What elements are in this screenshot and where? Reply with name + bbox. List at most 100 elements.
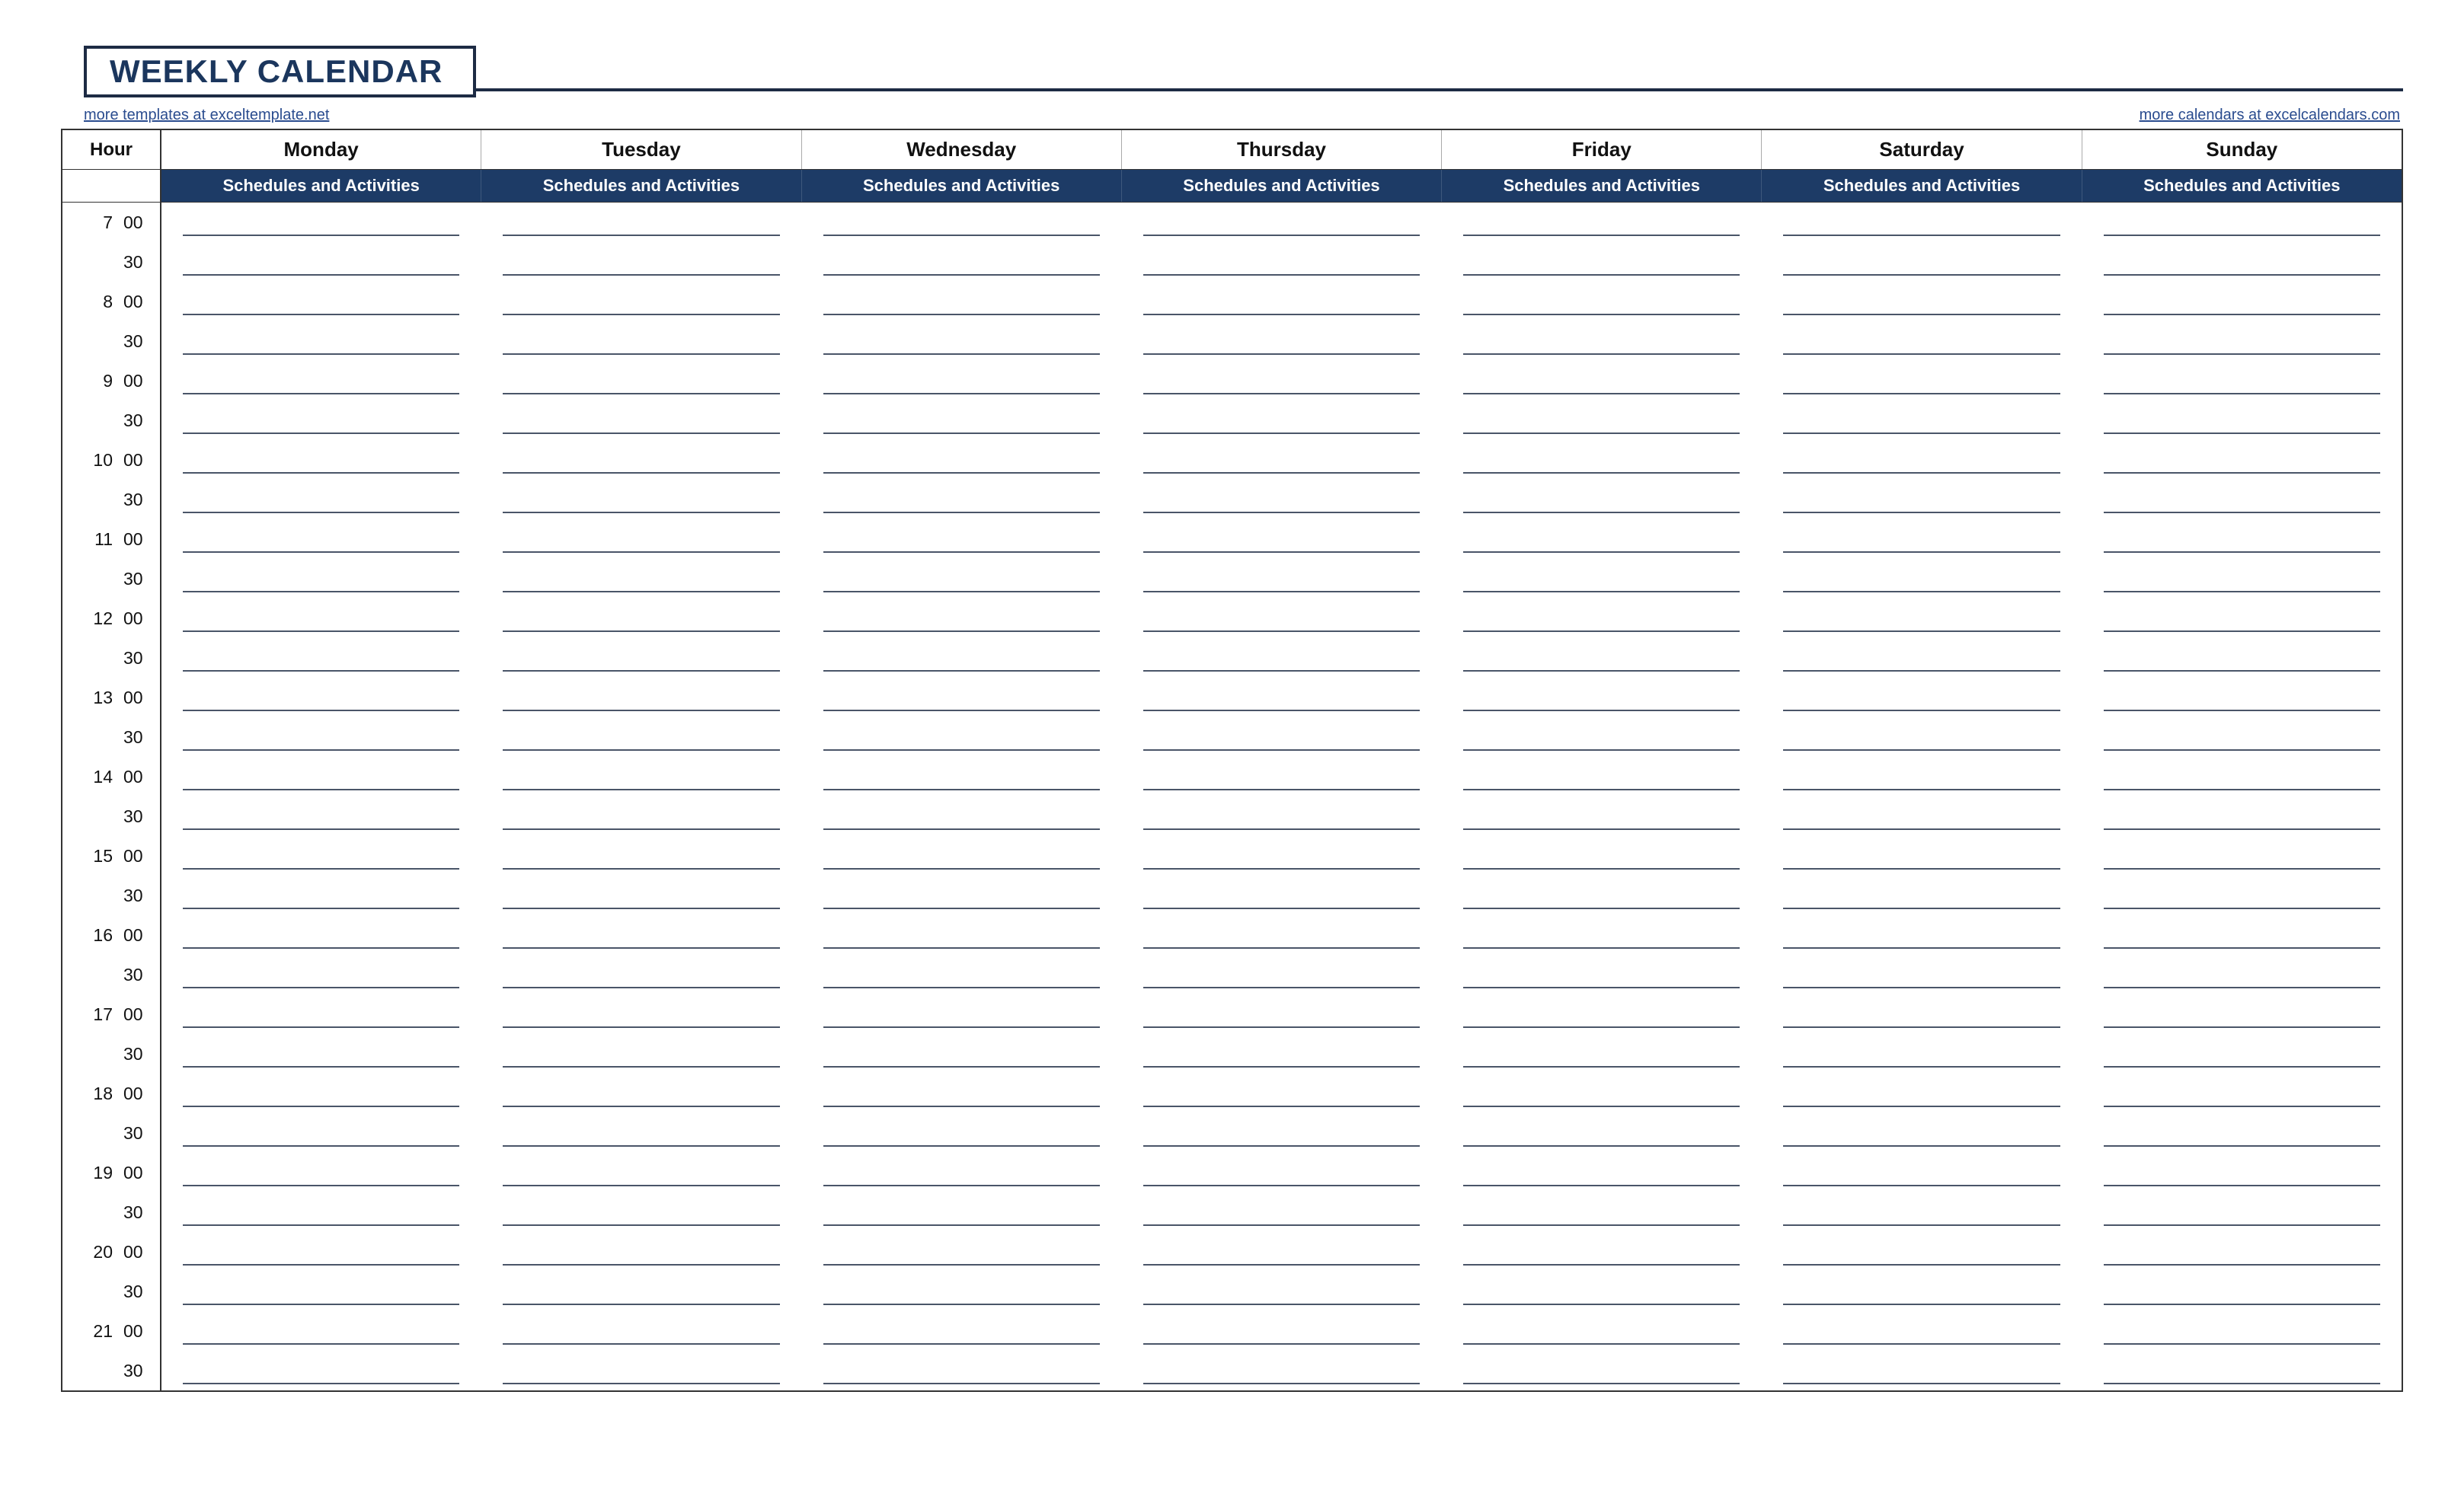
schedule-cell[interactable] xyxy=(1122,1034,1442,1074)
schedule-cell[interactable] xyxy=(1762,242,2082,282)
schedule-cell[interactable] xyxy=(1442,1351,1762,1390)
schedule-cell[interactable] xyxy=(1762,757,2082,796)
schedule-cell[interactable] xyxy=(2082,994,2402,1034)
schedule-cell[interactable] xyxy=(1762,678,2082,717)
schedule-cell[interactable] xyxy=(1442,1113,1762,1153)
schedule-cell[interactable] xyxy=(1442,1232,1762,1272)
schedule-cell[interactable] xyxy=(2082,638,2402,678)
schedule-cell[interactable] xyxy=(1442,203,1762,242)
schedule-cell[interactable] xyxy=(2082,440,2402,480)
schedule-cell[interactable] xyxy=(1442,1192,1762,1232)
schedule-cell[interactable] xyxy=(1122,994,1442,1034)
schedule-cell[interactable] xyxy=(802,1034,1122,1074)
schedule-cell[interactable] xyxy=(2082,955,2402,994)
schedule-cell[interactable] xyxy=(802,242,1122,282)
schedule-cell[interactable] xyxy=(1762,598,2082,638)
schedule-cell[interactable] xyxy=(2082,1113,2402,1153)
link-more-calendars[interactable]: more calendars at excelcalendars.com xyxy=(2140,107,2400,124)
schedule-cell[interactable] xyxy=(161,796,481,836)
schedule-cell[interactable] xyxy=(802,1311,1122,1351)
schedule-cell[interactable] xyxy=(481,955,801,994)
schedule-cell[interactable] xyxy=(161,1034,481,1074)
schedule-cell[interactable] xyxy=(481,321,801,361)
schedule-cell[interactable] xyxy=(161,876,481,915)
schedule-cell[interactable] xyxy=(1762,480,2082,519)
schedule-cell[interactable] xyxy=(161,282,481,321)
schedule-cell[interactable] xyxy=(1122,1351,1442,1390)
schedule-cell[interactable] xyxy=(1122,282,1442,321)
schedule-cell[interactable] xyxy=(1122,796,1442,836)
schedule-cell[interactable] xyxy=(2082,796,2402,836)
schedule-cell[interactable] xyxy=(1442,401,1762,440)
schedule-cell[interactable] xyxy=(161,1192,481,1232)
schedule-cell[interactable] xyxy=(1762,401,2082,440)
schedule-cell[interactable] xyxy=(1762,1272,2082,1311)
schedule-cell[interactable] xyxy=(1122,1192,1442,1232)
schedule-cell[interactable] xyxy=(1442,1272,1762,1311)
schedule-cell[interactable] xyxy=(1122,955,1442,994)
schedule-cell[interactable] xyxy=(2082,559,2402,598)
schedule-cell[interactable] xyxy=(1442,955,1762,994)
schedule-cell[interactable] xyxy=(161,321,481,361)
schedule-cell[interactable] xyxy=(161,1351,481,1390)
schedule-cell[interactable] xyxy=(1762,1311,2082,1351)
schedule-cell[interactable] xyxy=(1122,717,1442,757)
schedule-cell[interactable] xyxy=(1122,638,1442,678)
schedule-cell[interactable] xyxy=(802,1153,1122,1192)
schedule-cell[interactable] xyxy=(161,559,481,598)
schedule-cell[interactable] xyxy=(2082,1074,2402,1113)
schedule-cell[interactable] xyxy=(1762,994,2082,1034)
schedule-cell[interactable] xyxy=(1122,1272,1442,1311)
schedule-cell[interactable] xyxy=(802,519,1122,559)
schedule-cell[interactable] xyxy=(1442,796,1762,836)
schedule-cell[interactable] xyxy=(802,796,1122,836)
schedule-cell[interactable] xyxy=(802,1113,1122,1153)
schedule-cell[interactable] xyxy=(1762,638,2082,678)
schedule-cell[interactable] xyxy=(1762,1153,2082,1192)
schedule-cell[interactable] xyxy=(802,1272,1122,1311)
schedule-cell[interactable] xyxy=(1122,1232,1442,1272)
schedule-cell[interactable] xyxy=(1122,203,1442,242)
schedule-cell[interactable] xyxy=(481,836,801,876)
schedule-cell[interactable] xyxy=(1762,876,2082,915)
schedule-cell[interactable] xyxy=(2082,1311,2402,1351)
schedule-cell[interactable] xyxy=(2082,836,2402,876)
schedule-cell[interactable] xyxy=(2082,1351,2402,1390)
schedule-cell[interactable] xyxy=(1762,1113,2082,1153)
schedule-cell[interactable] xyxy=(481,440,801,480)
schedule-cell[interactable] xyxy=(1442,598,1762,638)
schedule-cell[interactable] xyxy=(161,242,481,282)
schedule-cell[interactable] xyxy=(802,1192,1122,1232)
schedule-cell[interactable] xyxy=(1762,1074,2082,1113)
schedule-cell[interactable] xyxy=(1762,955,2082,994)
schedule-cell[interactable] xyxy=(2082,480,2402,519)
schedule-cell[interactable] xyxy=(1442,282,1762,321)
schedule-cell[interactable] xyxy=(802,876,1122,915)
schedule-cell[interactable] xyxy=(1442,1153,1762,1192)
schedule-cell[interactable] xyxy=(1442,361,1762,401)
schedule-cell[interactable] xyxy=(2082,915,2402,955)
schedule-cell[interactable] xyxy=(1122,361,1442,401)
schedule-cell[interactable] xyxy=(481,915,801,955)
schedule-cell[interactable] xyxy=(1122,242,1442,282)
schedule-cell[interactable] xyxy=(1762,717,2082,757)
schedule-cell[interactable] xyxy=(2082,757,2402,796)
schedule-cell[interactable] xyxy=(802,1232,1122,1272)
schedule-cell[interactable] xyxy=(2082,519,2402,559)
schedule-cell[interactable] xyxy=(481,876,801,915)
schedule-cell[interactable] xyxy=(481,1272,801,1311)
schedule-cell[interactable] xyxy=(161,1074,481,1113)
schedule-cell[interactable] xyxy=(161,717,481,757)
schedule-cell[interactable] xyxy=(481,401,801,440)
schedule-cell[interactable] xyxy=(1122,1153,1442,1192)
schedule-cell[interactable] xyxy=(1122,598,1442,638)
schedule-cell[interactable] xyxy=(481,1113,801,1153)
schedule-cell[interactable] xyxy=(1122,519,1442,559)
schedule-cell[interactable] xyxy=(1122,757,1442,796)
schedule-cell[interactable] xyxy=(802,757,1122,796)
schedule-cell[interactable] xyxy=(481,796,801,836)
schedule-cell[interactable] xyxy=(481,559,801,598)
schedule-cell[interactable] xyxy=(161,757,481,796)
schedule-cell[interactable] xyxy=(1442,717,1762,757)
schedule-cell[interactable] xyxy=(481,1311,801,1351)
